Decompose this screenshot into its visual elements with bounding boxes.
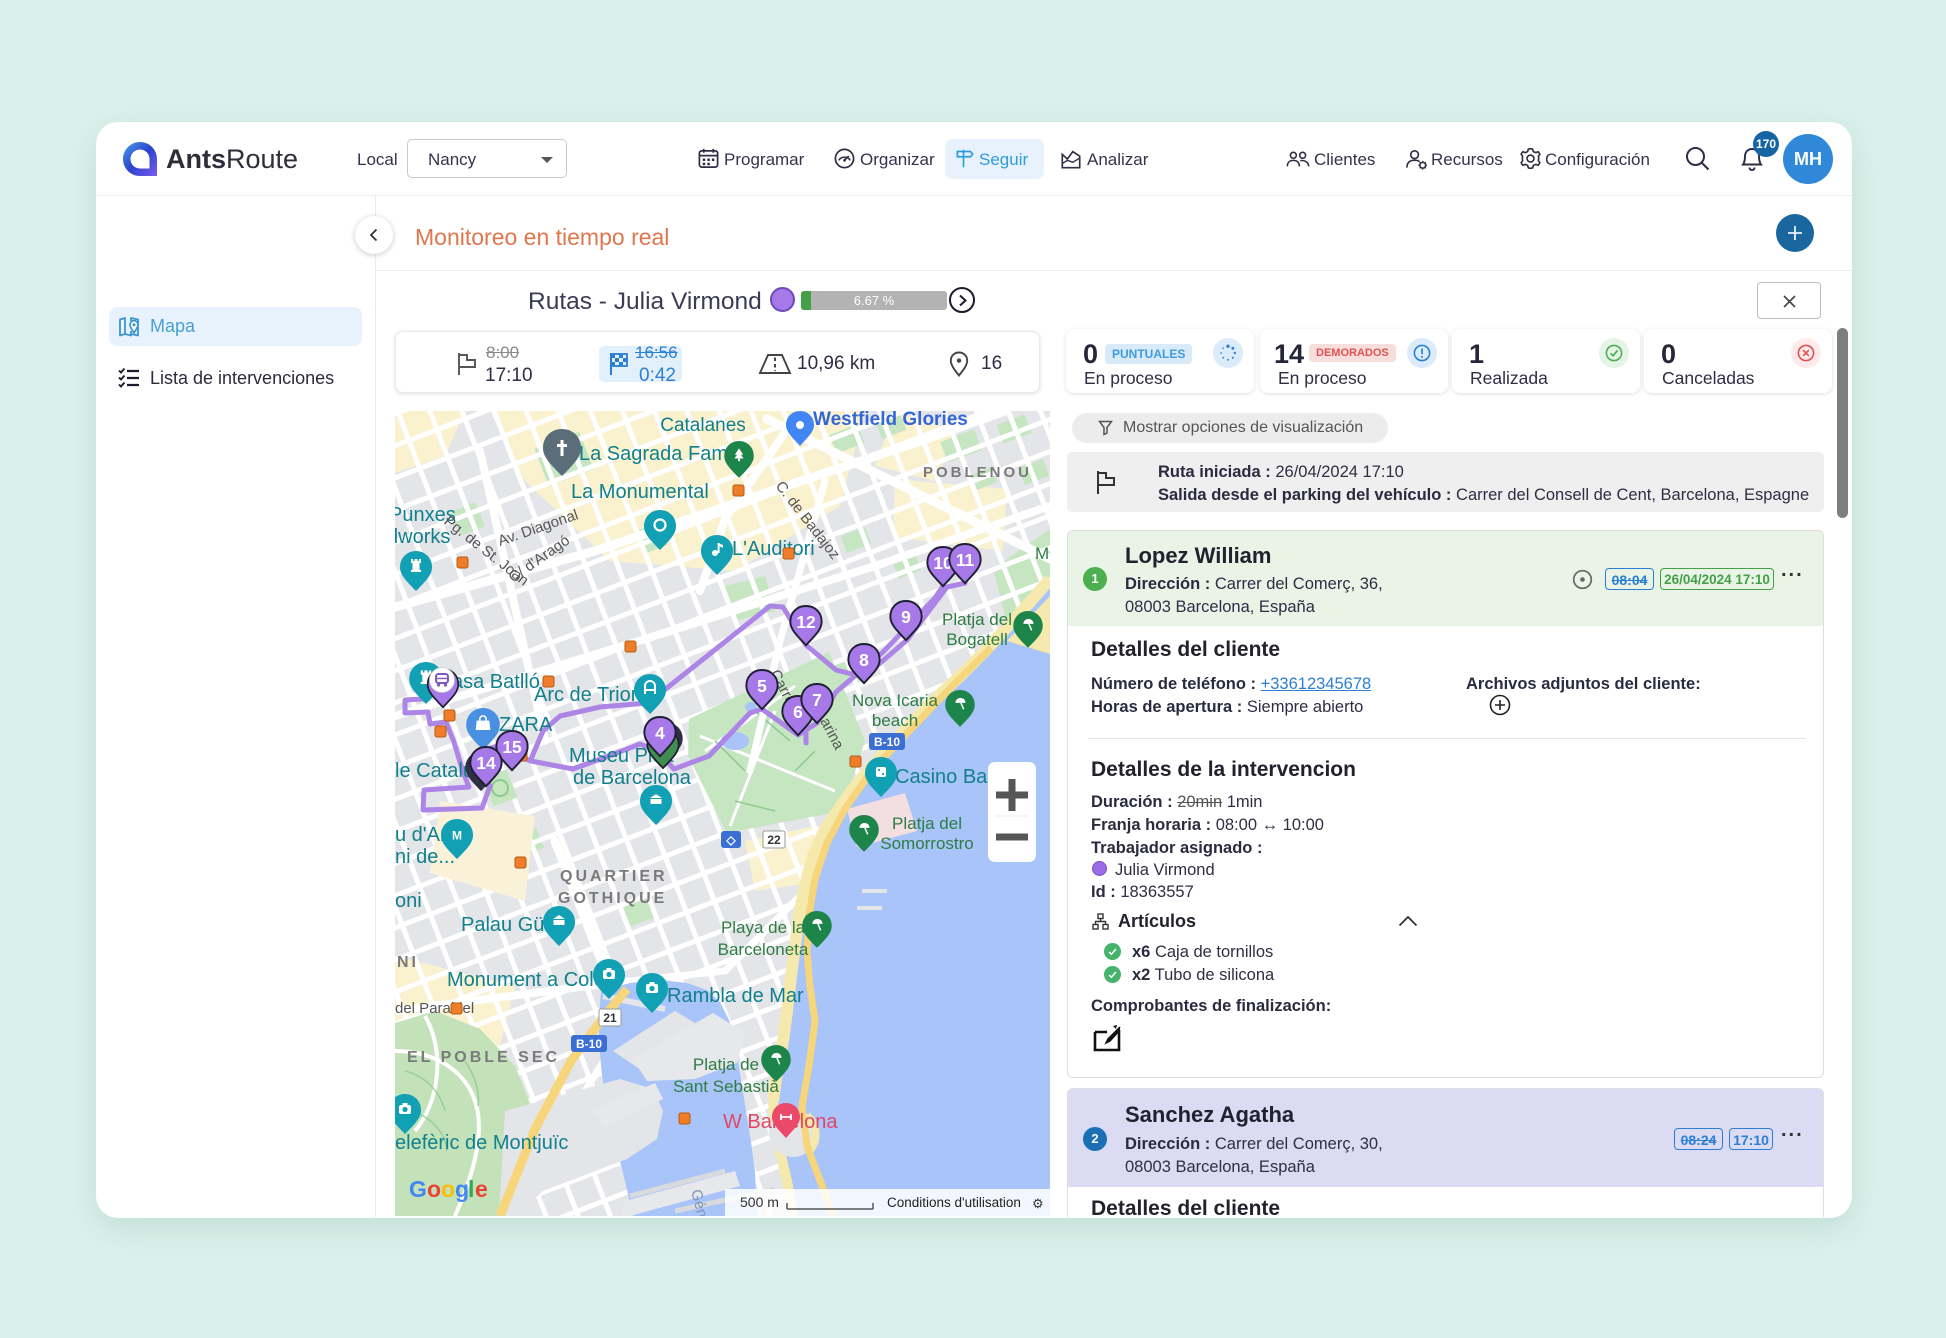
svg-text:5: 5: [757, 676, 767, 696]
svg-text:4: 4: [655, 723, 665, 743]
svg-text:asa Batlló: asa Batlló: [452, 671, 540, 693]
svg-text:Sant Sebastià: Sant Sebastià: [673, 1077, 779, 1096]
svg-text:Rambla de Mar: Rambla de Mar: [667, 985, 804, 1007]
svg-text:12: 12: [796, 612, 815, 632]
svg-text:14: 14: [476, 753, 496, 773]
svg-text:Nova Icaria: Nova Icaria: [852, 691, 939, 710]
svg-text:Somorrostro: Somorrostro: [880, 834, 974, 853]
svg-text:21: 21: [603, 1011, 617, 1025]
svg-text:ICC Glories: ICC Glories: [654, 411, 752, 414]
svg-text:Playa de la: Playa de la: [721, 918, 806, 937]
svg-text:NI: NI: [397, 954, 419, 971]
svg-text:◇: ◇: [725, 833, 736, 847]
svg-text:Catalanes: Catalanes: [660, 415, 746, 436]
svg-text:Barceloneta: Barceloneta: [718, 940, 809, 959]
svg-text:22: 22: [767, 833, 781, 847]
svg-text:Conditions d'utilisation: Conditions d'utilisation: [887, 1195, 1021, 1210]
svg-text:beach: beach: [872, 711, 918, 730]
svg-text:Bogatell: Bogatell: [946, 630, 1007, 649]
svg-text:500 m: 500 m: [740, 1194, 779, 1210]
svg-text:elefèric de Montjuïc: elefèric de Montjuïc: [395, 1132, 568, 1154]
svg-text:e: e: [475, 1176, 488, 1202]
svg-text:POBLENOU: POBLENOU: [923, 464, 1032, 481]
svg-text:Casino Barc: Casino Barc: [895, 766, 1004, 788]
svg-text:15: 15: [502, 737, 522, 757]
svg-text:o: o: [427, 1176, 441, 1202]
svg-text:8: 8: [859, 650, 869, 670]
svg-text:M: M: [452, 829, 462, 843]
svg-text:QUARTIER: QUARTIER: [560, 868, 668, 885]
svg-text:G: G: [409, 1176, 427, 1202]
svg-text:Platja del: Platja del: [942, 610, 1012, 629]
svg-text:Mar: Mar: [1035, 544, 1050, 563]
svg-text:L'Auditori: L'Auditori: [732, 538, 815, 560]
svg-text:B-10: B-10: [874, 735, 900, 749]
svg-text:EL POBLE SEC: EL POBLE SEC: [407, 1049, 560, 1066]
svg-text:9: 9: [901, 607, 911, 627]
svg-text:oni: oni: [395, 890, 422, 912]
svg-text:Platja de: Platja de: [693, 1055, 759, 1074]
svg-text:La Monumental: La Monumental: [571, 481, 709, 503]
svg-text:ni de...: ni de...: [395, 846, 455, 868]
svg-text:Westfield Glories: Westfield Glories: [813, 411, 968, 430]
svg-text:GOTHIQUE: GOTHIQUE: [558, 890, 667, 907]
svg-text:g: g: [455, 1176, 469, 1202]
svg-text:o: o: [441, 1176, 455, 1202]
svg-text:l: l: [468, 1176, 474, 1202]
svg-text:dworks: dworks: [395, 526, 450, 548]
svg-text:Platja del: Platja del: [892, 814, 962, 833]
svg-text:de Barcelona: de Barcelona: [573, 767, 692, 789]
svg-text:7: 7: [812, 690, 822, 710]
svg-text:11: 11: [956, 550, 975, 570]
svg-text:B-10: B-10: [576, 1037, 602, 1051]
svg-text:⚙: ⚙: [1032, 1196, 1044, 1211]
